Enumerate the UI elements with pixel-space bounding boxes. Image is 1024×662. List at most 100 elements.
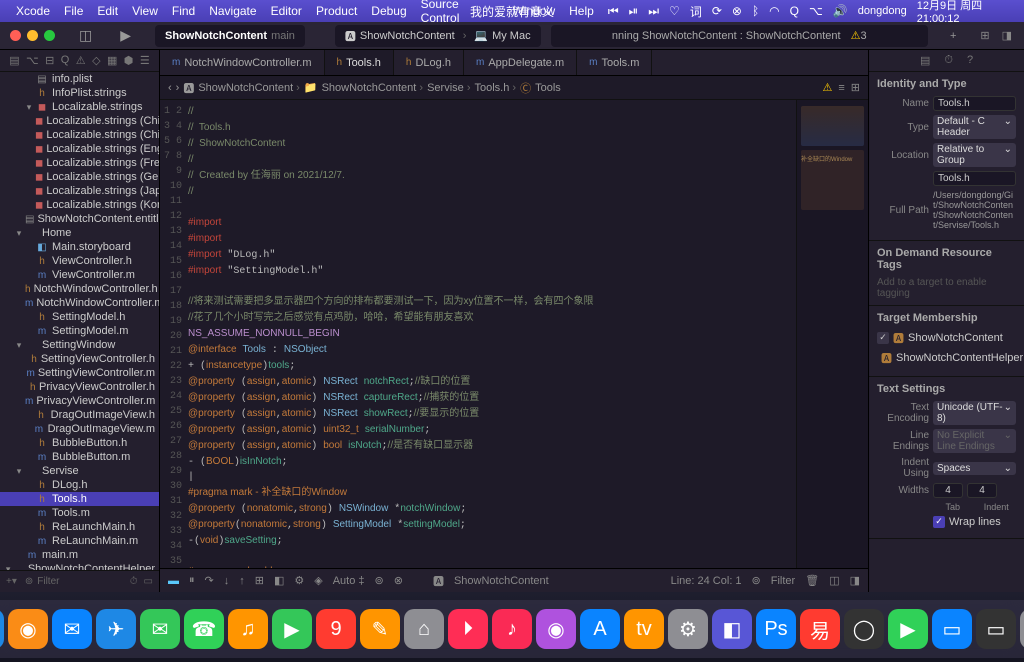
file-row[interactable]: mSettingViewController.m <box>0 366 159 380</box>
close-window-button[interactable] <box>10 30 21 41</box>
add-button[interactable]: + <box>938 30 968 42</box>
indent-select[interactable]: Spaces⌄ <box>933 462 1016 475</box>
jump-bar[interactable]: ‹ › 🅰 ShowNotchContent 📁 ShowNotchConten… <box>160 76 868 100</box>
line-gutter[interactable]: 1 2 3 4 5 6 7 8 9 10 11 12 13 14 15 16 1… <box>160 100 188 568</box>
forward-icon[interactable]: › <box>176 82 180 94</box>
name-field[interactable]: Tools.h <box>933 96 1016 111</box>
debug-view2-icon[interactable]: ⊚ <box>375 574 384 587</box>
menu-product[interactable]: Product <box>316 4 357 18</box>
console-right-icon[interactable]: ◨ <box>850 574 860 587</box>
file-row[interactable]: ▾Servise <box>0 464 159 478</box>
tab-width[interactable]: 4 <box>933 483 963 498</box>
nav-debug-icon[interactable]: ▦ <box>107 54 117 67</box>
warning-icon[interactable]: ⚠ <box>851 29 861 42</box>
file-row[interactable]: ◼Localizable.strings (Chin... <box>0 114 159 128</box>
file-row[interactable]: mBubbleButton.m <box>0 450 159 464</box>
search-icon[interactable]: Q <box>790 4 799 18</box>
console-trash-icon[interactable]: 🗑 <box>805 574 819 587</box>
toggle-inspector-icon[interactable]: ◨ <box>1002 29 1012 42</box>
heart-icon[interactable]: ♡ <box>669 4 680 18</box>
dock-app[interactable]: ◉ <box>536 609 576 649</box>
dock-app[interactable]: ✈ <box>96 609 136 649</box>
debug-pause-icon[interactable]: ⏸ <box>189 574 195 587</box>
menu-edit[interactable]: Edit <box>97 4 118 18</box>
location-select[interactable]: Relative to Group⌄ <box>933 143 1016 167</box>
dock-app[interactable]: ☎ <box>184 609 224 649</box>
dock-app[interactable]: 9 <box>316 609 356 649</box>
crumb-project[interactable]: ShowNotchContent <box>198 82 300 94</box>
file-row[interactable]: hReLaunchMain.h <box>0 520 159 534</box>
bluetooth-icon[interactable]: ᛒ <box>752 4 759 18</box>
debug-loc-icon[interactable]: ◈ <box>314 574 322 587</box>
file-row[interactable]: mDragOutImageView.m <box>0 422 159 436</box>
menu-debug[interactable]: Debug <box>371 4 406 18</box>
file-row[interactable]: ▤ShowNotchContent.entitle... <box>0 212 159 226</box>
nav-issue-icon[interactable]: ⚠ <box>76 54 86 67</box>
music-next-icon[interactable]: ⏭ <box>648 4 659 19</box>
file-row[interactable]: hViewController.h <box>0 254 159 268</box>
file-row[interactable]: ▾ShowNotchContentHelper <box>0 562 159 570</box>
nav-report-icon[interactable]: ☰ <box>140 54 150 67</box>
menu-xcode[interactable]: Xcode <box>16 4 50 18</box>
indent-width[interactable]: 4 <box>967 483 997 498</box>
dock-app[interactable]: ▶ <box>272 609 312 649</box>
source-editor[interactable]: // // Tools.h // ShowNotchContent // // … <box>188 100 796 568</box>
file-row[interactable]: hBubbleButton.h <box>0 436 159 450</box>
debug-env-icon[interactable]: ⚙ <box>294 574 304 587</box>
crumb-file[interactable]: Tools.h <box>475 82 517 94</box>
status-x-icon[interactable]: ⊗ <box>732 4 742 18</box>
file-warning-icon[interactable]: ⚠ <box>822 81 832 94</box>
status-sync-icon[interactable]: ⟳ <box>712 4 722 18</box>
dock-app[interactable]: ♫ <box>228 609 268 649</box>
file-tree[interactable]: ▤info.plisthInfoPlist.strings▾◼Localizab… <box>0 72 159 570</box>
editor-tab[interactable]: hTools.h <box>325 50 394 75</box>
recent-filter-icon[interactable]: ⏱ <box>130 576 138 587</box>
nav-test-icon[interactable]: ◇ <box>92 54 100 67</box>
nav-symbol-icon[interactable]: ⊟ <box>45 54 54 67</box>
insp-help-icon[interactable]: ? <box>967 54 973 67</box>
file-row[interactable]: hDLog.h <box>0 478 159 492</box>
dock-app[interactable]: ▭ <box>932 609 972 649</box>
crumb-folder[interactable]: Servise <box>427 82 470 94</box>
target1-checkbox[interactable]: ✓ <box>877 332 889 344</box>
dock-app[interactable]: ☻ <box>0 609 4 649</box>
nav-source-icon[interactable]: ⌥ <box>26 54 39 67</box>
clock[interactable]: 12月9日 周四 21:00:12 <box>917 0 1016 25</box>
editor-tab[interactable]: hDLog.h <box>394 50 464 75</box>
menu-navigate[interactable]: Navigate <box>209 4 256 18</box>
debug-step-over-icon[interactable]: ↷ <box>205 574 214 587</box>
control-center-icon[interactable]: ⌥ <box>809 4 823 18</box>
menu-file[interactable]: File <box>64 4 83 18</box>
dock-app[interactable]: ✉ <box>52 609 92 649</box>
file-row[interactable]: mPrivacyViewController.m <box>0 394 159 408</box>
lyrics-icon[interactable]: 词 <box>690 3 702 20</box>
type-select[interactable]: Default - C Header⌄ <box>933 115 1016 139</box>
file-row[interactable]: hSettingModel.h <box>0 310 159 324</box>
dock-app[interactable]: Ps <box>756 609 796 649</box>
volume-icon[interactable]: 🔊 <box>833 4 848 18</box>
file-row[interactable]: ◼Localizable.strings (Engli... <box>0 142 159 156</box>
debug-auto[interactable]: Auto ‡ <box>333 575 365 587</box>
insp-file-icon[interactable]: ▤ <box>920 54 930 67</box>
dock-app[interactable]: ◯ <box>844 609 884 649</box>
dock-app[interactable]: ▶ <box>888 609 928 649</box>
dock-app[interactable]: ✎ <box>360 609 400 649</box>
toggle-navigator-icon[interactable]: ◫ <box>65 27 106 44</box>
scheme-selector[interactable]: ShowNotchContent main <box>155 25 305 47</box>
console-filter[interactable]: Filter <box>771 575 795 587</box>
file-row[interactable]: mSettingModel.m <box>0 324 159 338</box>
file-row[interactable]: ◧Main.storyboard <box>0 240 159 254</box>
minimize-window-button[interactable] <box>27 30 38 41</box>
back-icon[interactable]: ‹ <box>168 82 172 94</box>
music-play-icon[interactable]: ⏯ <box>629 4 639 19</box>
file-row[interactable]: ◼Localizable.strings (Chin... <box>0 128 159 142</box>
file-row[interactable]: hNotchWindowController.h <box>0 282 159 296</box>
dock-app[interactable]: ◧ <box>712 609 752 649</box>
minimap[interactable]: 补全缺口的Window <box>796 100 868 568</box>
dock-app[interactable]: ♪ <box>492 609 532 649</box>
dock-app[interactable]: ✉ <box>140 609 180 649</box>
file-row[interactable]: ◼Localizable.strings (Japa... <box>0 184 159 198</box>
debug-view-icon[interactable]: ⊞ <box>255 574 264 587</box>
debug-step-out-icon[interactable]: ↑ <box>239 575 245 587</box>
file-row[interactable]: ◼Localizable.strings (Ger... <box>0 170 159 184</box>
